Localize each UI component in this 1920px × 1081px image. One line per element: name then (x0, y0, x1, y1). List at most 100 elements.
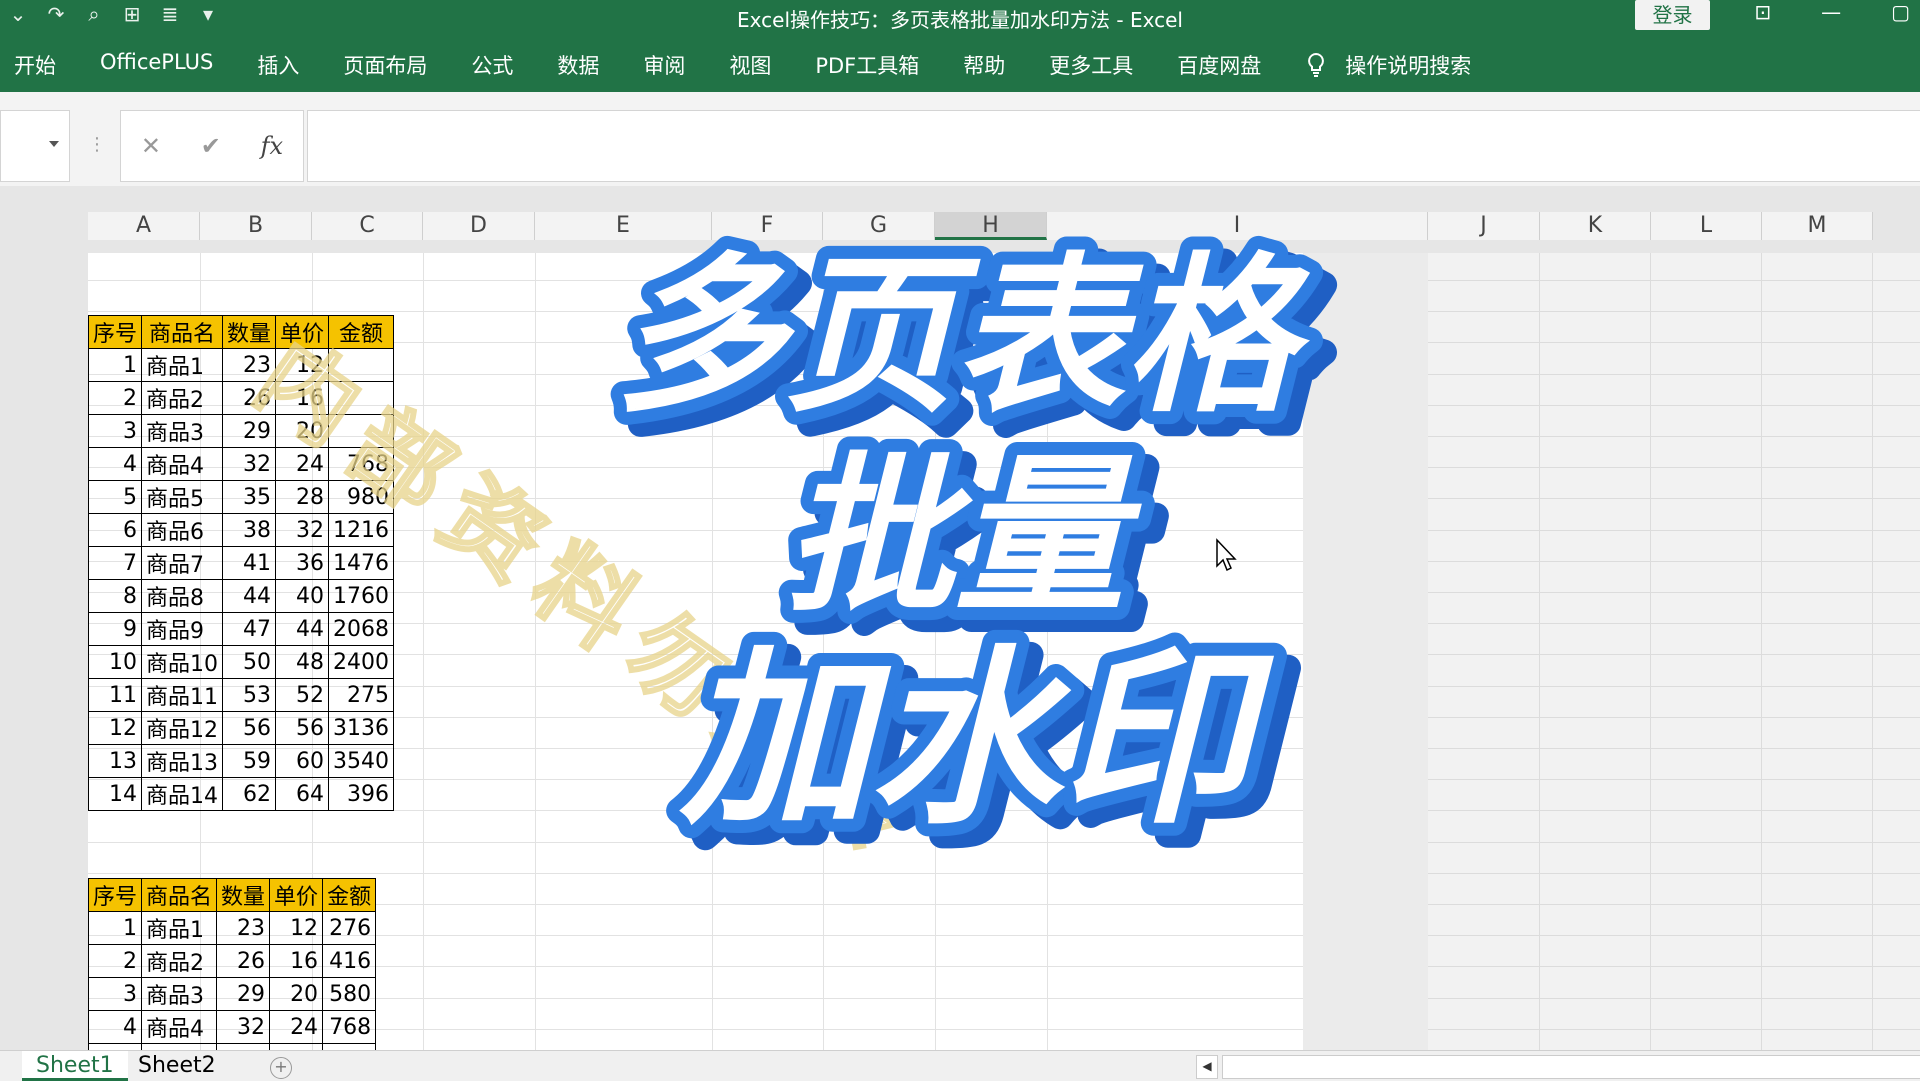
ribbon-display-icon[interactable]: ⊡ (1754, 0, 1771, 24)
table-cell[interactable] (328, 348, 395, 382)
table-cell[interactable]: 56 (275, 711, 330, 745)
ribbon-tab[interactable]: 插入 (257, 50, 299, 80)
column-header-f[interactable]: F (712, 212, 823, 240)
table-header-cell[interactable]: 序号 (87, 315, 143, 349)
table-cell[interactable]: 商品4 (141, 447, 224, 481)
table-cell[interactable]: 416 (322, 944, 377, 978)
column-header-a[interactable]: A (88, 212, 200, 240)
table-cell[interactable]: 36 (275, 546, 330, 580)
table-cell[interactable]: 商品1 (141, 911, 218, 945)
table-header-cell[interactable]: 序号 (87, 878, 143, 912)
table-cell[interactable]: 8 (87, 579, 143, 613)
table-cell[interactable]: 商品12 (141, 711, 224, 745)
table-cell[interactable]: 商品8 (141, 579, 224, 613)
ribbon-tab[interactable]: 视图 (729, 50, 771, 80)
column-header-c[interactable]: C (312, 212, 423, 240)
table-cell[interactable]: 4 (87, 1010, 143, 1044)
table-header-cell[interactable]: 金额 (322, 878, 377, 912)
table-cell[interactable]: 23 (216, 911, 271, 945)
table-cell[interactable]: 48 (275, 645, 330, 679)
table-cell[interactable]: 商品11 (141, 678, 224, 712)
table-cell[interactable]: 29 (222, 414, 277, 448)
column-header-k[interactable]: K (1540, 212, 1651, 240)
sheet-tab-sheet2[interactable]: Sheet2 (124, 1051, 230, 1081)
column-header-d[interactable]: D (423, 212, 535, 240)
table-cell[interactable]: 1 (87, 348, 143, 382)
table-cell[interactable]: 47 (222, 612, 277, 646)
table-cell[interactable]: 6 (87, 513, 143, 547)
table-cell[interactable]: 44 (222, 579, 277, 613)
ribbon-tab[interactable]: OfficePLUS (100, 50, 213, 80)
table-cell[interactable]: 商品5 (141, 480, 224, 514)
ribbon-tab[interactable]: 审阅 (643, 50, 685, 80)
table-cell[interactable]: 59 (222, 744, 277, 778)
ribbon-tab[interactable]: 数据 (557, 50, 599, 80)
formula-input[interactable] (307, 110, 1920, 182)
table-cell[interactable]: 商品7 (141, 546, 224, 580)
table-cell[interactable]: 1760 (328, 579, 395, 613)
table-cell[interactable]: 1216 (328, 513, 395, 547)
table-cell[interactable]: 9 (87, 612, 143, 646)
worksheet-outside-print-area[interactable] (1428, 253, 1920, 1050)
table-cell[interactable]: 商品2 (141, 944, 218, 978)
drag-handle-icon[interactable]: ⋮ (88, 134, 106, 155)
table-cell[interactable]: 24 (275, 447, 330, 481)
table-cell[interactable]: 40 (275, 579, 330, 613)
table-header-cell[interactable]: 数量 (216, 878, 271, 912)
table-header-cell[interactable]: 单价 (269, 878, 324, 912)
table-cell[interactable]: 10 (87, 645, 143, 679)
table-cell[interactable]: 商品6 (141, 513, 224, 547)
table-cell[interactable]: 32 (275, 513, 330, 547)
table-cell[interactable]: 35 (222, 480, 277, 514)
ribbon-tab[interactable]: 更多工具 (1049, 50, 1133, 80)
table-cell[interactable]: 24 (269, 1010, 324, 1044)
table-cell[interactable]: 23 (222, 348, 277, 382)
column-header-h[interactable]: H (935, 212, 1047, 240)
table-cell[interactable]: 768 (328, 447, 395, 481)
column-header-l[interactable]: L (1651, 212, 1762, 240)
ribbon-tab[interactable]: 页面布局 (343, 50, 427, 80)
ribbon-tab[interactable]: 百度网盘 (1177, 50, 1261, 80)
table-cell[interactable]: 32 (216, 1010, 271, 1044)
table-header-cell[interactable]: 数量 (222, 315, 277, 349)
column-header-e[interactable]: E (535, 212, 712, 240)
table-cell[interactable]: 53 (222, 678, 277, 712)
table-cell[interactable]: 商品10 (141, 645, 224, 679)
table-cell[interactable]: 62 (222, 777, 277, 811)
cancel-icon[interactable]: ✕ (141, 132, 161, 160)
column-header-g[interactable]: G (823, 212, 935, 240)
scroll-left-icon[interactable]: ◀ (1196, 1055, 1218, 1079)
table-cell[interactable]: 2068 (328, 612, 395, 646)
table-cell[interactable] (328, 381, 395, 415)
ribbon-tab[interactable]: 开始 (14, 50, 56, 80)
table-cell[interactable]: 商品13 (141, 744, 224, 778)
column-header-m[interactable]: M (1762, 212, 1873, 240)
table-cell[interactable]: 16 (269, 944, 324, 978)
table-cell[interactable]: 3540 (328, 744, 395, 778)
table-cell[interactable]: 50 (222, 645, 277, 679)
table-cell[interactable]: 12 (269, 911, 324, 945)
table-cell[interactable]: 商品3 (141, 977, 218, 1011)
enter-icon[interactable]: ✔ (201, 132, 221, 160)
table-cell[interactable]: 276 (322, 911, 377, 945)
table-cell[interactable]: 60 (275, 744, 330, 778)
table-header-cell[interactable]: 金额 (328, 315, 395, 349)
table-cell[interactable]: 41 (222, 546, 277, 580)
table-cell[interactable]: 768 (322, 1010, 377, 1044)
name-box[interactable] (0, 110, 70, 182)
table-cell[interactable]: 商品2 (141, 381, 224, 415)
table-cell[interactable]: 2 (87, 381, 143, 415)
table-cell[interactable]: 20 (275, 414, 330, 448)
table-cell[interactable]: 3 (87, 414, 143, 448)
login-button[interactable]: 登录 (1635, 0, 1710, 30)
table-cell[interactable]: 980 (328, 480, 395, 514)
table-cell[interactable]: 275 (328, 678, 395, 712)
table-cell[interactable]: 26 (222, 381, 277, 415)
table-cell[interactable]: 3136 (328, 711, 395, 745)
table-cell[interactable]: 13 (87, 744, 143, 778)
table-cell[interactable]: 2400 (328, 645, 395, 679)
table-cell[interactable]: 52 (275, 678, 330, 712)
table-cell[interactable]: 64 (275, 777, 330, 811)
table-cell[interactable]: 12 (87, 711, 143, 745)
table-cell[interactable]: 4 (87, 447, 143, 481)
